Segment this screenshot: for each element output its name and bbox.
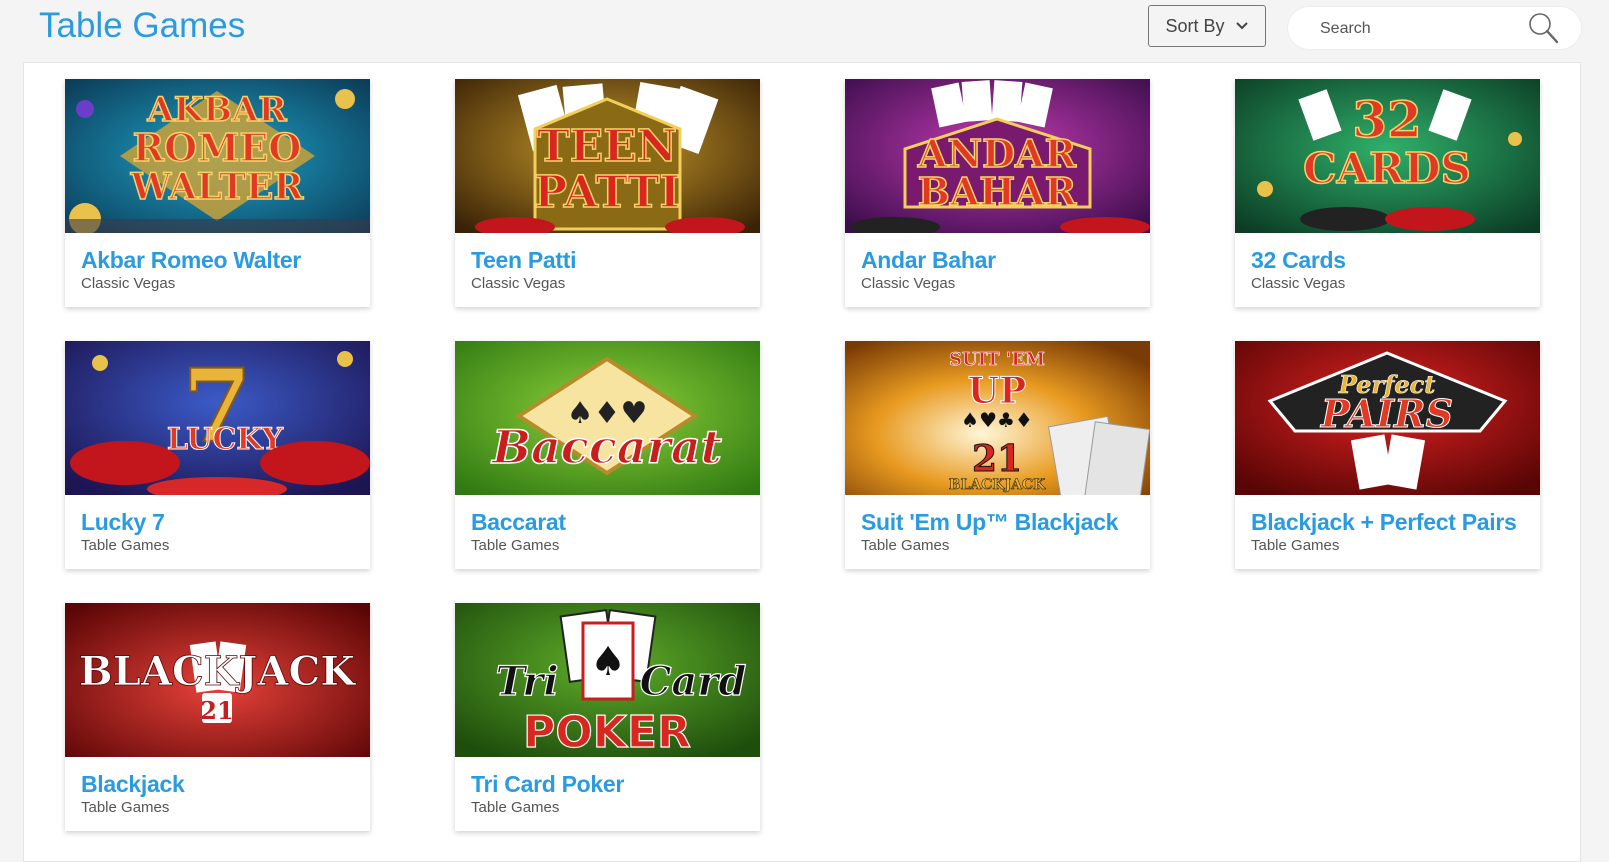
art-text: BLACKJACK — [949, 477, 1046, 493]
games-panel: AKBAR ROMEO WALTER Akbar Romeo Walter Cl… — [23, 62, 1581, 862]
game-thumbnail-blackjack-perfect-pairs[interactable]: Perfect PAIRS — [1235, 341, 1540, 495]
art-text: WALTER — [130, 166, 305, 208]
art-text: 21 — [200, 696, 233, 725]
game-card-blackjack-perfect-pairs[interactable]: Perfect PAIRS Blackjack + Perfect Pairs … — [1235, 341, 1540, 569]
game-card-akbar-romeo-walter[interactable]: AKBAR ROMEO WALTER Akbar Romeo Walter Cl… — [65, 79, 370, 307]
game-category: Table Games — [471, 537, 560, 554]
art-text: Tri — [495, 658, 558, 705]
search-input[interactable] — [1318, 15, 1522, 43]
game-card-lucky-7[interactable]: 7 LUCKY Lucky 7 Table Games — [65, 341, 370, 569]
chevron-down-icon — [1235, 22, 1248, 30]
game-title[interactable]: Akbar Romeo Walter — [81, 247, 301, 274]
art-text: POKER — [523, 707, 691, 757]
game-thumbnail-lucky-7[interactable]: 7 LUCKY — [65, 341, 370, 495]
game-title[interactable]: Andar Bahar — [861, 247, 996, 274]
game-title[interactable]: Baccarat — [471, 509, 566, 536]
svg-text:♠♥♣♦: ♠♥♣♦ — [961, 408, 1033, 432]
game-category: Classic Vegas — [471, 275, 566, 292]
game-card-teen-patti[interactable]: TEEN PATTI Teen Patti Classic Vegas — [455, 79, 760, 307]
art-text: ROMEO — [133, 125, 302, 170]
game-thumbnail-blackjack[interactable]: BLACKJACK 21 — [65, 603, 370, 757]
game-card-andar-bahar[interactable]: ANDAR BAHAR Andar Bahar Classic Vegas — [845, 79, 1150, 307]
art-text: UP — [968, 370, 1026, 412]
svg-text:♠: ♠ — [590, 639, 626, 685]
search-box[interactable] — [1288, 7, 1581, 49]
art-text: Baccarat — [490, 420, 722, 474]
art-text: CARDS — [1303, 144, 1471, 193]
game-title[interactable]: Suit 'Em Up™ Blackjack — [861, 509, 1118, 536]
page-title: Table Games — [39, 6, 246, 45]
game-thumbnail-teen-patti[interactable]: TEEN PATTI — [455, 79, 760, 233]
art-text: BLACKJACK — [79, 648, 356, 695]
game-card-blackjack[interactable]: BLACKJACK 21 Blackjack Table Games — [65, 603, 370, 831]
art-text: TEEN — [537, 121, 677, 172]
sort-by-button[interactable]: Sort By — [1148, 5, 1266, 47]
game-category: Classic Vegas — [861, 275, 956, 292]
game-title[interactable]: Blackjack + Perfect Pairs — [1251, 509, 1517, 536]
game-category: Table Games — [81, 799, 170, 816]
game-category: Table Games — [471, 799, 560, 816]
game-category: Table Games — [861, 537, 950, 554]
game-title[interactable]: Tri Card Poker — [471, 771, 624, 798]
game-title[interactable]: Teen Patti — [471, 247, 577, 274]
game-thumbnail-baccarat[interactable]: ♠♦♥ Baccarat — [455, 341, 760, 495]
art-text: SUIT 'EM — [949, 349, 1045, 370]
game-category: Table Games — [1251, 537, 1340, 554]
art-text: PAIRS — [1320, 391, 1453, 436]
game-thumbnail-akbar-romeo-walter[interactable]: AKBAR ROMEO WALTER — [65, 79, 370, 233]
game-thumbnail-suit-em-up-blackjack[interactable]: SUIT 'EM UP ♠♥♣♦ 21 BLACKJACK — [845, 341, 1150, 495]
sort-by-label: Sort By — [1165, 15, 1225, 36]
art-text: 32 — [1352, 90, 1422, 149]
game-category: Table Games — [81, 537, 170, 554]
header: Table Games Sort By — [0, 0, 1609, 62]
art-text: LUCKY — [167, 422, 284, 457]
game-title[interactable]: 32 Cards — [1251, 247, 1346, 274]
art-text: PATTI — [534, 167, 680, 218]
game-thumbnail-andar-bahar[interactable]: ANDAR BAHAR — [845, 79, 1150, 233]
game-card-32-cards[interactable]: 32 CARDS 32 Cards Classic Vegas — [1235, 79, 1540, 307]
art-text: 21 — [972, 438, 1022, 480]
game-title[interactable]: Blackjack — [81, 771, 185, 798]
game-category: Classic Vegas — [1251, 275, 1346, 292]
game-title[interactable]: Lucky 7 — [81, 509, 165, 536]
game-category: Classic Vegas — [81, 275, 176, 292]
art-text: Card — [640, 658, 747, 705]
game-card-tri-card-poker[interactable]: ♠ Tri Card POKER Tri Card Poker Table Ga… — [455, 603, 760, 831]
art-text: AKBAR — [146, 90, 287, 130]
game-thumbnail-tri-card-poker[interactable]: ♠ Tri Card POKER — [455, 603, 760, 757]
game-card-suit-em-up-blackjack[interactable]: SUIT 'EM UP ♠♥♣♦ 21 BLACKJACK Suit 'Em U… — [845, 341, 1150, 569]
game-thumbnail-32-cards[interactable]: 32 CARDS — [1235, 79, 1540, 233]
game-card-baccarat[interactable]: ♠♦♥ Baccarat Baccarat Table Games — [455, 341, 760, 569]
art-text: BAHAR — [918, 169, 1077, 214]
search-icon[interactable] — [1526, 11, 1560, 45]
